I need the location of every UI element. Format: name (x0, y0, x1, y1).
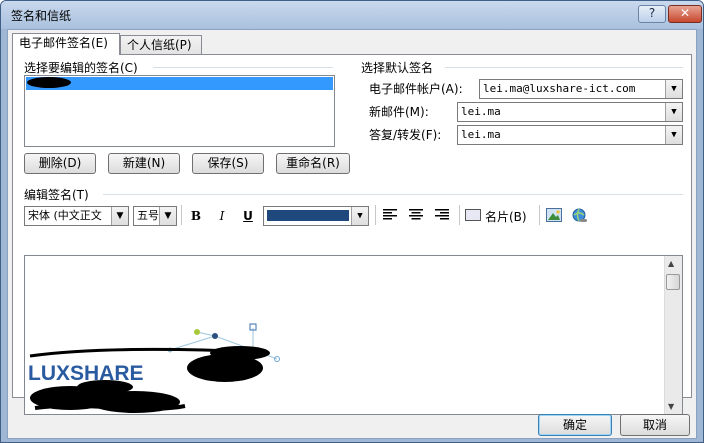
font-size-value: 五号 (137, 209, 159, 222)
italic-button[interactable]: I (213, 208, 231, 224)
font-color-swatch (267, 210, 349, 221)
logo-text: LUXSHARE (28, 362, 144, 385)
close-icon: ✕ (679, 6, 691, 20)
business-card-label: 名片(B) (485, 210, 527, 224)
redacted-scribble (27, 77, 71, 88)
editor-scrollbar[interactable]: ▲ ▼ (664, 256, 682, 414)
scroll-up-icon[interactable]: ▲ (668, 259, 674, 268)
toolbar-separator (375, 205, 376, 225)
email-account-label: 电子邮件帐户(A): (369, 82, 463, 96)
help-button[interactable]: ? (638, 5, 666, 23)
dropdown-arrow-icon[interactable]: ▼ (111, 207, 128, 225)
group-divider (153, 67, 333, 68)
save-button[interactable]: 保存(S) (192, 153, 264, 174)
hyperlink-icon[interactable] (571, 208, 589, 224)
new-messages-select[interactable]: lei.ma ▼ (457, 102, 683, 122)
reply-forward-label: 答复/转发(F): (369, 128, 442, 142)
align-center-icon[interactable] (407, 208, 425, 224)
align-right-icon[interactable] (433, 208, 451, 224)
email-account-value: lei.ma@luxshare-ict.com (483, 82, 636, 95)
reply-forward-select[interactable]: lei.ma ▼ (457, 125, 683, 145)
signature-logo-graphic: LUXSHARE (28, 323, 280, 413)
dropdown-arrow-icon[interactable]: ▼ (351, 207, 368, 225)
window-title: 签名和信纸 (11, 9, 72, 23)
new-messages-label: 新邮件(M): (369, 105, 429, 119)
list-item-selected[interactable] (26, 77, 333, 90)
toolbar-separator (459, 205, 460, 225)
reply-forward-value: lei.ma (461, 128, 501, 141)
toolbar-separator (539, 205, 540, 225)
dropdown-arrow-icon[interactable]: ▼ (665, 126, 682, 144)
dropdown-arrow-icon[interactable]: ▼ (159, 207, 176, 225)
ok-button[interactable]: 确定 (538, 414, 612, 436)
toolbar-separator (181, 205, 182, 225)
font-value: 宋体 (中文正文 (28, 209, 102, 222)
business-card-button[interactable]: 名片(B) (465, 207, 533, 225)
scroll-thumb[interactable] (666, 274, 680, 290)
dialog-client-area: 电子邮件签名(E) 个人信纸(P) 选择要编辑的签名(C) 删除(D) 新建(N… (7, 29, 697, 439)
title-bar[interactable]: 签名和信纸 ? ✕ (1, 1, 703, 29)
align-left-icon[interactable] (381, 208, 399, 224)
business-card-icon (465, 209, 481, 221)
underline-button[interactable]: U (239, 208, 257, 224)
help-icon: ? (648, 6, 656, 20)
tab-email-signature[interactable]: 电子邮件签名(E) (12, 33, 120, 55)
font-select[interactable]: 宋体 (中文正文 ▼ (24, 206, 129, 226)
signature-list[interactable] (24, 75, 335, 147)
edit-signature-label: 编辑签名(T) (24, 188, 89, 202)
signature-editor[interactable]: LUXSHARE ▲ ▼ (24, 255, 683, 415)
tab-panel: 选择要编辑的签名(C) 删除(D) 新建(N) 保存(S) 重命名(R) 选择默… (12, 54, 692, 415)
tab-personal-stationery[interactable]: 个人信纸(P) (120, 35, 202, 55)
group-divider (103, 194, 683, 195)
signatures-dialog: 签名和信纸 ? ✕ 电子邮件签名(E) 个人信纸(P) 选择要编辑的签名(C) … (0, 0, 704, 443)
dropdown-arrow-icon[interactable]: ▼ (665, 80, 682, 98)
rename-button[interactable]: 重命名(R) (276, 153, 350, 174)
scroll-down-icon[interactable]: ▼ (668, 402, 674, 411)
close-button[interactable]: ✕ (668, 5, 702, 23)
insert-picture-icon[interactable] (545, 208, 563, 224)
default-signature-label: 选择默认签名 (361, 61, 434, 75)
email-account-select[interactable]: lei.ma@luxshare-ict.com ▼ (479, 79, 683, 99)
bold-button[interactable]: B (187, 208, 205, 224)
font-color-select[interactable]: ▼ (263, 206, 369, 226)
new-button[interactable]: 新建(N) (108, 153, 180, 174)
group-divider (445, 67, 683, 68)
signature-list-label: 选择要编辑的签名(C) (24, 61, 138, 75)
new-messages-value: lei.ma (461, 105, 501, 118)
dropdown-arrow-icon[interactable]: ▼ (665, 103, 682, 121)
font-size-select[interactable]: 五号 ▼ (133, 206, 177, 226)
delete-button[interactable]: 删除(D) (24, 153, 96, 174)
cancel-button[interactable]: 取消 (620, 414, 690, 436)
